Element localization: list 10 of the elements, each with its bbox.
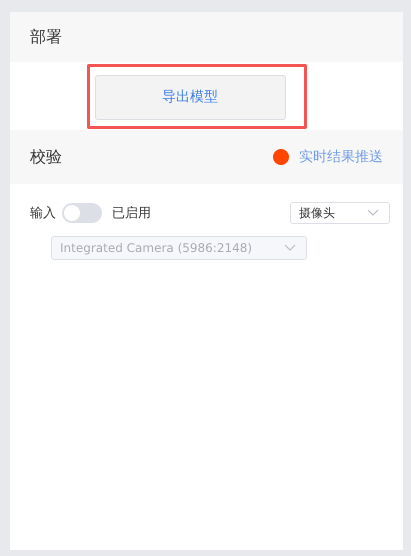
toggle-switch[interactable] xyxy=(62,203,102,223)
input-label: 输入 xyxy=(30,205,56,222)
live-push-link[interactable]: 实时结果推送 xyxy=(299,148,383,166)
chevron-down-icon xyxy=(284,244,296,252)
section-title: 部署 xyxy=(30,26,62,48)
toggle-label: 已启用 xyxy=(112,205,151,222)
chevron-down-icon xyxy=(367,209,379,217)
source-select[interactable]: 摄像头 xyxy=(290,202,390,224)
export-model-button[interactable]: 导出模型 xyxy=(94,74,286,120)
section-title: 校验 xyxy=(30,146,62,168)
